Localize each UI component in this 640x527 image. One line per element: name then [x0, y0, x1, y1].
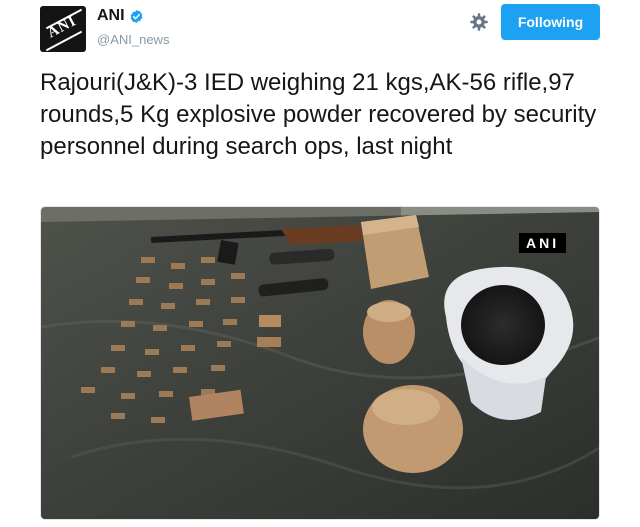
avatar[interactable]: ANI	[40, 6, 86, 52]
small-packet	[257, 337, 281, 347]
account-handle[interactable]: @ANI_news	[97, 32, 169, 47]
small-packet	[259, 315, 281, 327]
following-button[interactable]: Following	[501, 4, 600, 40]
verified-badge-icon	[130, 9, 142, 23]
account-name[interactable]: ANI	[97, 7, 125, 25]
account-name-row[interactable]: ANI	[97, 7, 144, 25]
ied-package	[363, 300, 415, 364]
seized-items-image	[41, 207, 599, 519]
ani-watermark: ANI	[519, 233, 567, 253]
tweet-photo[interactable]: ANI	[40, 206, 600, 520]
ied-package	[363, 385, 463, 473]
gear-icon[interactable]	[469, 12, 489, 32]
tweet-text: Rajouri(J&K)-3 IED weighing 21 kgs,AK-56…	[40, 69, 597, 160]
